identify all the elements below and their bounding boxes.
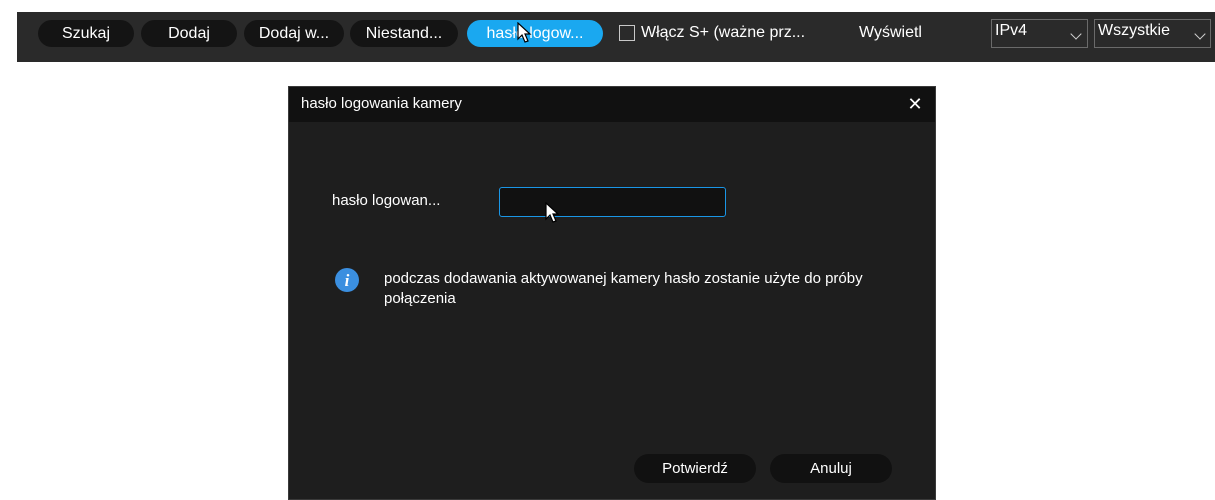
ip-version-select[interactable]: IPv4 bbox=[991, 19, 1088, 48]
search-button[interactable]: Szukaj bbox=[38, 20, 134, 47]
toolbar: Szukaj Dodaj Dodaj w... Niestand... hasł… bbox=[17, 12, 1215, 62]
add-manual-button[interactable]: Dodaj w... bbox=[244, 20, 344, 47]
password-field-label: hasło logowan... bbox=[332, 192, 441, 209]
camera-login-password-dialog: hasło logowania kamery ✕ hasło logowan..… bbox=[288, 86, 936, 500]
info-icon: i bbox=[335, 268, 359, 292]
confirm-button[interactable]: Potwierdź bbox=[634, 454, 756, 483]
info-message: podczas dodawania aktywowanej kamery has… bbox=[384, 270, 863, 307]
s-plus-checkbox[interactable] bbox=[619, 25, 635, 41]
chevron-down-icon bbox=[1194, 28, 1206, 40]
s-plus-checkbox-label: Włącz S+ (ważne prz... bbox=[641, 24, 806, 41]
display-label[interactable]: Wyświetl bbox=[859, 21, 922, 45]
ip-version-value: IPv4 bbox=[995, 22, 1028, 39]
password-input[interactable] bbox=[499, 187, 726, 217]
filter-value: Wszystkie bbox=[1098, 22, 1170, 39]
dialog-title: hasło logowania kamery bbox=[301, 95, 462, 112]
mouse-cursor-icon bbox=[517, 22, 532, 43]
cancel-button[interactable]: Anuluj bbox=[770, 454, 892, 483]
add-button[interactable]: Dodaj bbox=[141, 20, 237, 47]
dialog-header: hasło logowania kamery ✕ bbox=[289, 87, 935, 122]
close-icon[interactable]: ✕ bbox=[904, 93, 926, 115]
filter-select[interactable]: Wszystkie bbox=[1094, 19, 1211, 48]
chevron-down-icon bbox=[1070, 28, 1082, 40]
svg-text:i: i bbox=[345, 271, 350, 290]
custom-add-button[interactable]: Niestand... bbox=[350, 20, 458, 47]
login-password-button[interactable]: hasło logow... bbox=[467, 20, 603, 47]
mouse-cursor-icon bbox=[545, 202, 560, 223]
